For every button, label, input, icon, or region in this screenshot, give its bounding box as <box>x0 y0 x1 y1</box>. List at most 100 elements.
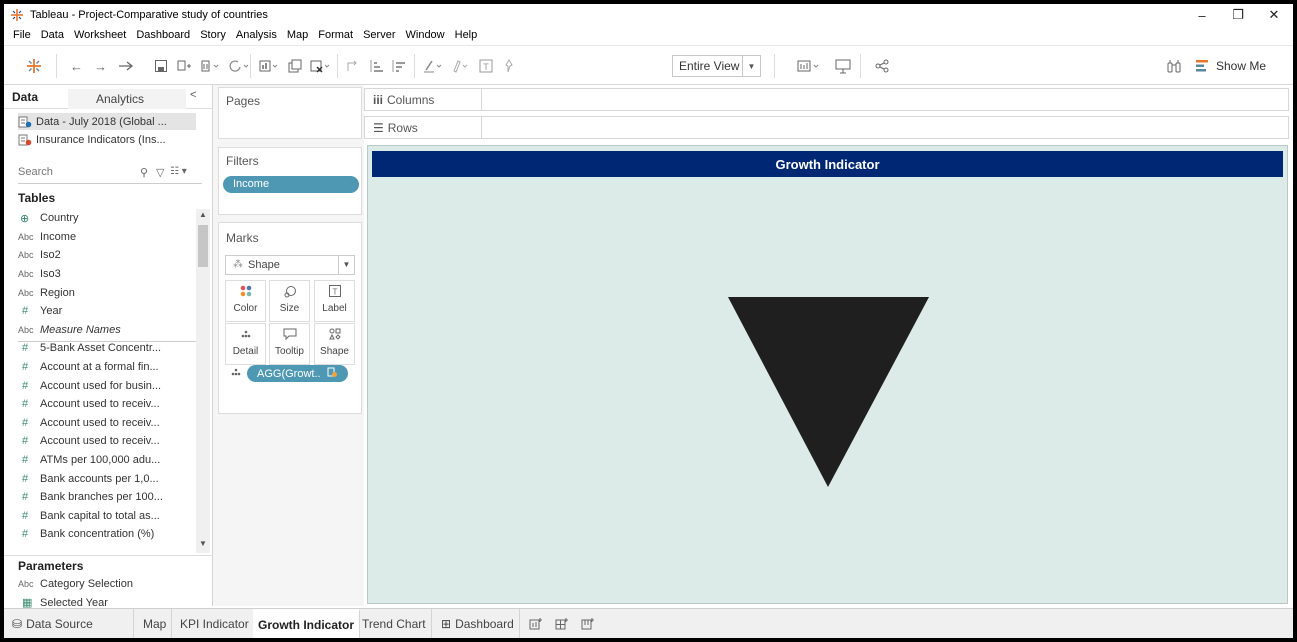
menu-format[interactable]: Format <box>313 29 358 41</box>
field-item[interactable]: Abc Income <box>18 228 196 247</box>
color-button[interactable]: Color <box>225 280 266 322</box>
filters-shelf[interactable]: Filters Income <box>218 147 362 215</box>
field-item[interactable]: # Account used for busin... <box>18 376 196 395</box>
presentation-mode-icon[interactable] <box>834 56 852 76</box>
sort-ascending-icon[interactable] <box>368 56 384 76</box>
field-list-scrollbar[interactable]: ▲ ▼ <box>196 209 210 553</box>
show-mark-labels-icon[interactable]: T <box>478 56 494 76</box>
field-item[interactable]: # Account used to receiv... <box>18 395 196 414</box>
field-item[interactable]: Abc Iso2 <box>18 246 196 265</box>
duplicate-sheet-icon[interactable] <box>287 56 303 76</box>
menu-map[interactable]: Map <box>282 29 313 41</box>
field-item[interactable]: Abc Measure Names <box>18 321 196 340</box>
sort-descending-icon[interactable] <box>390 56 406 76</box>
field-item[interactable]: # Year <box>18 302 196 321</box>
search-input[interactable] <box>18 166 108 178</box>
income-filter-pill[interactable]: Income <box>223 176 359 193</box>
new-story-tab-icon[interactable] <box>576 609 600 638</box>
mark-type-dropdown[interactable]: ⁂ Shape ▼ <box>225 255 355 275</box>
search-icon[interactable]: ⚲ <box>140 166 148 179</box>
refresh-icon[interactable] <box>226 56 250 76</box>
columns-shelf[interactable]: iii Columns <box>364 88 1289 111</box>
new-worksheet-tab-icon[interactable] <box>524 609 548 638</box>
datasource-item[interactable]: Insurance Indicators (Ins... <box>18 131 166 148</box>
menu-bar: File Data Worksheet Dashboard Story Anal… <box>4 26 482 44</box>
view-options-icon[interactable]: ☷ ▾ <box>170 166 187 177</box>
datasource-icon <box>18 116 32 127</box>
field-item[interactable]: # Bank concentration (%) <box>18 525 196 544</box>
field-item[interactable]: ⊕ Country <box>18 209 196 228</box>
fix-axes-pin-icon[interactable] <box>502 56 516 76</box>
tab-growth-indicator[interactable]: Growth Indicator <box>253 609 360 638</box>
clear-sheet-icon[interactable] <box>309 56 333 76</box>
growth-indicator-down-triangle[interactable] <box>728 297 929 487</box>
field-item[interactable]: # ATMs per 100,000 adu... <box>18 451 196 470</box>
tab-map[interactable]: Map <box>138 609 173 638</box>
tab-data-source[interactable]: ⛁ Data Source <box>4 609 134 638</box>
binoculars-icon[interactable] <box>1166 56 1182 76</box>
pages-shelf[interactable]: Pages <box>218 87 362 139</box>
collapse-pane-icon[interactable]: < <box>190 89 196 101</box>
filter-icon[interactable]: ▽ <box>156 166 164 179</box>
tab-kpi-indicator[interactable]: KPI Indicator <box>175 609 255 638</box>
menu-analysis[interactable]: Analysis <box>231 29 282 41</box>
back-arrow-icon[interactable]: ← <box>70 56 83 76</box>
undo-icon[interactable] <box>117 56 135 76</box>
menu-file[interactable]: File <box>8 29 36 41</box>
pause-updates-icon[interactable] <box>200 56 222 76</box>
show-cards-icon[interactable] <box>796 56 824 76</box>
menu-window[interactable]: Window <box>401 29 450 41</box>
close-button[interactable]: ✕ <box>1254 4 1293 26</box>
field-item[interactable]: Abc Region <box>18 283 196 302</box>
field-item[interactable]: # Account used to receiv... <box>18 432 196 451</box>
rows-shelf[interactable]: ☰ Rows <box>364 116 1289 139</box>
columns-label: iii Columns <box>365 89 482 110</box>
field-item[interactable]: # Bank branches per 100... <box>18 488 196 507</box>
new-worksheet-icon[interactable] <box>258 56 282 76</box>
shape-button[interactable]: Shape <box>314 323 355 365</box>
field-item[interactable]: # Bank capital to total as... <box>18 507 196 526</box>
show-me-icon <box>1196 60 1208 72</box>
tab-analytics[interactable]: Analytics <box>68 89 186 109</box>
size-button[interactable]: Size <box>269 280 310 322</box>
minimize-button[interactable]: – <box>1182 4 1222 26</box>
field-item[interactable]: # Bank accounts per 1,0... <box>18 469 196 488</box>
share-icon[interactable] <box>874 56 890 76</box>
field-item[interactable]: # Account at a formal fin... <box>18 358 196 377</box>
toolbar-separator <box>337 54 338 78</box>
save-icon[interactable] <box>154 56 168 76</box>
maximize-button[interactable]: ❐ <box>1218 4 1258 26</box>
menu-story[interactable]: Story <box>195 29 231 41</box>
menu-dashboard[interactable]: Dashboard <box>131 29 195 41</box>
field-item[interactable]: Abc Iso3 <box>18 265 196 284</box>
menu-help[interactable]: Help <box>450 29 483 41</box>
menu-server[interactable]: Server <box>358 29 400 41</box>
new-datasource-icon[interactable] <box>176 56 192 76</box>
scroll-down-icon[interactable]: ▼ <box>198 539 208 548</box>
string-type-icon: Abc <box>18 269 34 280</box>
show-me-button[interactable]: Show Me <box>1195 56 1266 76</box>
label-button[interactable]: T Label <box>314 280 355 322</box>
tab-dashboard[interactable]: ⊞ Dashboard <box>436 609 520 638</box>
fit-dropdown[interactable]: Entire View ▼ <box>672 55 761 77</box>
tab-trend-chart[interactable]: Trend Chart <box>357 609 432 638</box>
scroll-up-icon[interactable]: ▲ <box>198 210 208 219</box>
swap-rows-columns-icon[interactable] <box>345 56 361 76</box>
viz-canvas[interactable]: Growth Indicator <box>367 145 1288 604</box>
tooltip-button[interactable]: Tooltip <box>269 323 310 365</box>
datasource-item[interactable]: Data - July 2018 (Global ... <box>18 113 196 130</box>
new-dashboard-tab-icon[interactable] <box>550 609 574 638</box>
menu-worksheet[interactable]: Worksheet <box>69 29 131 41</box>
tableau-home-icon[interactable] <box>26 56 42 76</box>
menu-data[interactable]: Data <box>36 29 69 41</box>
number-type-icon: # <box>22 305 29 318</box>
tab-data[interactable]: Data <box>12 90 38 104</box>
field-item[interactable]: # Account used to receiv... <box>18 414 196 433</box>
scrollbar-thumb[interactable] <box>198 225 208 267</box>
forward-arrow-icon[interactable]: → <box>94 56 107 76</box>
agg-growth-pill[interactable]: AGG(Growt.. <box>247 365 348 382</box>
group-members-icon[interactable] <box>448 56 472 76</box>
parameter-item[interactable]: Abc Category Selection <box>18 575 196 594</box>
detail-button[interactable]: Detail <box>225 323 266 365</box>
highlight-icon[interactable] <box>422 56 446 76</box>
